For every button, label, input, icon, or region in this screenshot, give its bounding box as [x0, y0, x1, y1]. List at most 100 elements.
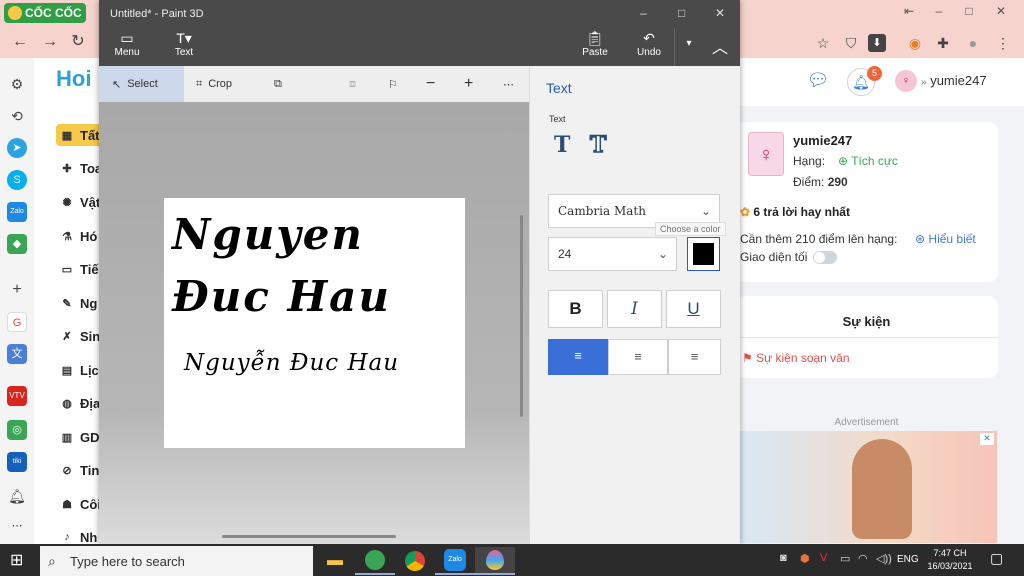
nav-item-all[interactable]: ▦ Tất: [60, 125, 100, 145]
browser-brand[interactable]: CỐC CỐC: [4, 3, 86, 23]
menu-button[interactable]: ▭ Menu: [112, 30, 142, 58]
select-tool[interactable]: ↖ Select: [112, 72, 158, 96]
nav-item-history[interactable]: ▤ Lịc: [60, 360, 99, 380]
2d-text-icon[interactable]: T: [554, 132, 570, 158]
copy-tool[interactable]: ⧈: [349, 72, 356, 96]
bold-button[interactable]: B: [548, 290, 603, 328]
google-icon[interactable]: G: [7, 312, 27, 332]
nav-item-civics[interactable]: ▥ GD: [60, 427, 100, 447]
tray-zalo-icon[interactable]: ◙: [780, 552, 787, 564]
site-logo[interactable]: Hoi: [56, 66, 91, 92]
dark-mode-toggle[interactable]: [813, 251, 837, 264]
back-icon[interactable]: ←: [10, 32, 30, 52]
windows-start-icon[interactable]: ⊞: [10, 550, 23, 570]
tray-vivaldi-icon[interactable]: V: [820, 552, 827, 564]
magic-select-tool[interactable]: ⧉: [274, 72, 282, 96]
taskbar-zalo[interactable]: Zalo: [435, 547, 475, 575]
canvas-text-line3[interactable]: Nguyễn Đuc Hau: [184, 350, 399, 376]
horizontal-scrollbar[interactable]: [222, 535, 396, 538]
nav-item-physics[interactable]: ✺ Vật: [60, 192, 100, 212]
settings-icon[interactable]: ⚙: [7, 74, 27, 94]
game-icon[interactable]: ◆: [7, 234, 27, 254]
notification-center-icon[interactable]: ▢: [990, 550, 1003, 567]
tray-clock[interactable]: 7:47 CH 16/03/2021: [922, 547, 978, 573]
paint-minimize-button[interactable]: –: [640, 6, 647, 20]
color-picker-button[interactable]: [687, 237, 720, 271]
history-icon[interactable]: ⟲: [7, 106, 27, 126]
learn-more-link[interactable]: ⊛ Hiểu biết: [915, 232, 976, 246]
align-center-button[interactable]: ≡: [608, 339, 668, 375]
paint-close-button[interactable]: ✕: [715, 6, 725, 20]
profile-icon[interactable]: ●: [962, 32, 984, 54]
nav-item-math[interactable]: ✚ Toa: [60, 158, 102, 178]
puzzle-icon[interactable]: ✚: [932, 32, 954, 54]
nav-item-biology[interactable]: ✗ Sin: [60, 326, 100, 346]
profile-avatar[interactable]: ♀: [748, 132, 784, 176]
maximize-button[interactable]: □: [960, 4, 978, 20]
paint-maximize-button[interactable]: □: [678, 6, 685, 20]
align-right-button[interactable]: ≡: [668, 339, 721, 375]
tiki-icon[interactable]: tiki: [7, 452, 27, 472]
browser-history-icon[interactable]: ⇤: [900, 4, 918, 20]
advertisement-banner[interactable]: ✕: [740, 431, 997, 543]
add-icon[interactable]: +: [7, 280, 27, 300]
chat-icon[interactable]: 💬︎: [806, 70, 830, 92]
collapse-chevron-icon[interactable]: ︿: [710, 34, 730, 58]
more-options-button[interactable]: ⋯: [503, 72, 514, 96]
nav-item-technology[interactable]: ☗ Côi: [60, 494, 101, 514]
3d-text-icon[interactable]: T: [589, 131, 607, 159]
paste-button[interactable]: 📋︎ Paste: [580, 30, 610, 58]
nav-item-geography[interactable]: ◍ Địa: [60, 393, 100, 413]
tray-app-icon[interactable]: ⬢: [800, 552, 810, 565]
size-select[interactable]: 24 ⌄: [548, 237, 677, 271]
extension-icon[interactable]: ◉: [904, 32, 926, 54]
nav-item-chemistry[interactable]: ⚗ Hó: [60, 226, 97, 246]
telegram-icon[interactable]: ➤: [7, 138, 27, 158]
underline-button[interactable]: U: [666, 290, 721, 328]
reload-icon[interactable]: ↻: [68, 32, 88, 52]
taskbar-chrome[interactable]: [395, 547, 435, 575]
flag-tool[interactable]: ⚐: [388, 72, 398, 96]
crop-tool[interactable]: ⌗ Crop: [196, 72, 232, 96]
zoom-in-button[interactable]: +: [464, 72, 473, 96]
nav-item-english[interactable]: ▭ Tiế: [60, 259, 99, 279]
vertical-scrollbar[interactable]: [520, 215, 523, 417]
skype-icon[interactable]: S: [7, 170, 27, 190]
taskbar-coccoc[interactable]: [355, 547, 395, 575]
shield-icon[interactable]: ⛉: [840, 32, 862, 54]
vtv-icon[interactable]: VTV: [7, 386, 27, 406]
toolbar-dropdown-icon[interactable]: ▾: [682, 38, 696, 49]
zalo-icon[interactable]: Zalo: [7, 202, 27, 222]
bookmark-star-icon[interactable]: ☆: [812, 32, 834, 54]
more-icon[interactable]: ⋯: [7, 516, 27, 536]
tray-volume-icon[interactable]: ◁)): [876, 552, 892, 565]
tray-language[interactable]: ENG: [897, 554, 919, 565]
align-left-button[interactable]: ≡: [548, 339, 608, 375]
profile-name[interactable]: yumie247: [793, 133, 852, 148]
close-button[interactable]: ✕: [992, 4, 1010, 20]
tray-wifi-icon[interactable]: ◠: [858, 552, 868, 565]
download-icon[interactable]: ⬇: [868, 34, 886, 52]
user-avatar[interactable]: ♀: [895, 70, 917, 92]
italic-button[interactable]: I: [607, 290, 662, 328]
header-username[interactable]: » yumie247: [921, 73, 987, 88]
bell-icon[interactable]: 🔔︎: [7, 486, 27, 506]
zoom-out-button[interactable]: −: [426, 72, 435, 96]
tray-network-icon[interactable]: ▭: [840, 552, 850, 565]
event-item[interactable]: ⚑ Sự kiện soạn văn: [742, 351, 850, 365]
taskbar-search-box[interactable]: ⌕ Type here to search: [40, 546, 313, 576]
undo-button[interactable]: ↶ Undo: [634, 30, 664, 58]
taskbar-paint3d[interactable]: [475, 547, 515, 575]
text-tool-button[interactable]: T▾ Text: [166, 30, 202, 58]
coccoc-icon[interactable]: ◎: [7, 420, 27, 440]
minimize-button[interactable]: –: [930, 4, 948, 20]
browser-menu-icon[interactable]: ⋮: [992, 32, 1014, 54]
nav-item-informatics[interactable]: ⊘ Tin: [60, 460, 99, 480]
ad-close-icon[interactable]: ✕: [980, 433, 994, 445]
canvas-text-line2[interactable]: Đuc Hau: [172, 272, 391, 321]
taskbar-file-explorer[interactable]: ▬: [315, 547, 355, 575]
forward-icon[interactable]: →: [40, 32, 60, 52]
translate-icon[interactable]: 文: [7, 344, 27, 364]
nav-item-literature[interactable]: ✎ Ng: [60, 293, 97, 313]
canvas-text-line1[interactable]: Nguyen: [172, 210, 364, 259]
